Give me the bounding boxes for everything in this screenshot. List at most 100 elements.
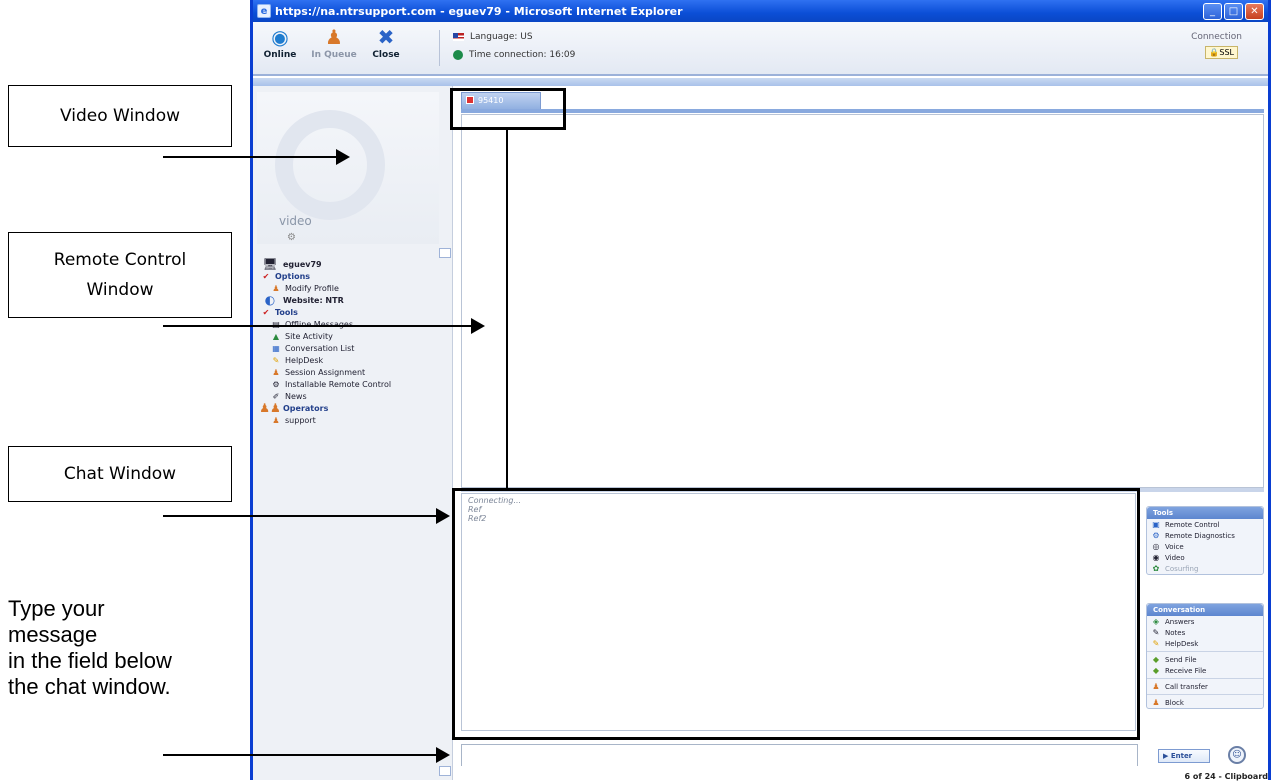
session-assignment-icon: ♟	[272, 367, 280, 377]
callout-text: Window	[86, 280, 154, 300]
remote-control-item[interactable]: ▣ Remote Control	[1147, 519, 1263, 530]
tree-user[interactable]: 🖥 eguev79	[261, 257, 441, 271]
diagnostics-icon: ⚙	[1152, 531, 1160, 540]
online-label: Online	[263, 50, 297, 60]
cosurfing-item[interactable]: ✿ Cosurfing	[1147, 563, 1263, 574]
tree-tool-item[interactable]: ⚙ Installable Remote Control	[261, 378, 441, 390]
callout-text: Video Window	[59, 106, 181, 126]
receive-file-icon: ◆	[1152, 666, 1160, 675]
user-queue-icon: ♟	[325, 25, 343, 49]
cosurfing-icon: ✿	[1152, 564, 1160, 573]
language-info: Language: US	[453, 32, 533, 42]
tree-tools[interactable]: ✔ Tools	[261, 306, 441, 318]
maximize-icon[interactable]: □	[1224, 3, 1243, 20]
us-flag-icon	[453, 33, 464, 41]
video-arrow	[163, 149, 350, 165]
clock-globe-icon	[453, 50, 463, 60]
operator-icon: ♟	[272, 415, 280, 425]
connector-line	[506, 130, 508, 488]
tree-tool-item[interactable]: ▲ Site Activity	[261, 330, 441, 342]
tool-item-label: HelpDesk	[285, 355, 324, 365]
language-text: Language: US	[470, 32, 533, 42]
conversation-label: Answers	[1165, 617, 1195, 626]
tree-tool-item[interactable]: ▤ Offline Messages	[261, 318, 441, 330]
call-transfer-item[interactable]: ♟ Call transfer	[1147, 681, 1263, 692]
remote-control-window[interactable]	[461, 114, 1264, 488]
notes-item[interactable]: ✎ Notes	[1147, 627, 1263, 638]
helpdesk-item[interactable]: ✎ HelpDesk	[1147, 638, 1263, 649]
tree-operator-item[interactable]: ♟ support	[261, 414, 441, 426]
minimize-icon[interactable]: _	[1203, 3, 1222, 20]
close-label: Close	[372, 50, 400, 60]
left-panel: video ⚙ 🖥 eguev79 ✔ Options ♟ Modify Profil…	[253, 86, 453, 780]
callout-text: Remote Control	[53, 250, 187, 270]
enter-label: Enter	[1170, 752, 1193, 760]
remote-control-icon: ⚙	[272, 379, 280, 389]
operators-icon: ♟♟	[259, 401, 281, 415]
chat-highlight-box	[452, 488, 1140, 740]
close-window-icon[interactable]: ✕	[1245, 3, 1264, 20]
tools-label: Tools	[275, 307, 298, 317]
tool-label: Voice	[1165, 542, 1184, 551]
send-file-icon: ◆	[1152, 655, 1160, 664]
tree-website[interactable]: ◐ Website: NTR	[261, 293, 441, 307]
type-message-note: Type your message in the field below the…	[8, 596, 238, 700]
helpdesk-icon: ✎	[1152, 639, 1160, 648]
smiley-icon[interactable]: ☺	[1228, 746, 1246, 764]
enter-button[interactable]: ▶ Enter	[1158, 749, 1210, 763]
video-window[interactable]: video ⚙	[257, 92, 439, 244]
receive-file-item[interactable]: ◆ Receive File	[1147, 665, 1263, 676]
divider	[1147, 694, 1263, 695]
site-activity-icon: ▲	[272, 331, 280, 341]
tree-modify-profile[interactable]: ♟ Modify Profile	[261, 282, 441, 294]
tree-options[interactable]: ✔ Options	[261, 270, 441, 282]
in-queue-button[interactable]: ♟ In Queue	[311, 25, 357, 60]
connection-label: Connection	[1191, 32, 1242, 42]
tool-item-label: News	[285, 391, 307, 401]
online-button[interactable]: ◉ Online	[257, 25, 303, 60]
title-bar: e https://na.ntrsupport.com - eguev79 - …	[253, 0, 1268, 22]
file-label: Send File	[1165, 655, 1197, 664]
conversation-group: Conversation ◈ Answers ✎ Notes ✎ HelpDesk ◆…	[1146, 603, 1264, 709]
ssl-label: SSL	[1219, 48, 1234, 57]
answers-icon: ◈	[1152, 617, 1160, 626]
tool-item-label: Session Assignment	[285, 367, 366, 377]
tools-check-icon: ✔	[262, 307, 270, 317]
video-label: video	[279, 214, 312, 228]
toolbar: ◉ Online ♟ In Queue ✖ Close Language: US…	[253, 22, 1268, 76]
tool-label: Remote Diagnostics	[1165, 531, 1235, 540]
close-button[interactable]: ✖ Close	[363, 25, 409, 60]
tree-tool-item[interactable]: ✎ HelpDesk	[261, 354, 441, 366]
video-window-callout: Video Window	[8, 85, 232, 147]
answers-item[interactable]: ◈ Answers	[1147, 616, 1263, 627]
call-transfer-icon: ♟	[1152, 682, 1160, 691]
tree-operators[interactable]: ♟♟ Operators	[259, 401, 441, 415]
website-icon: ◐	[264, 293, 276, 307]
video-settings-icon[interactable]: ⚙	[287, 232, 296, 243]
tool-label: Cosurfing	[1165, 564, 1199, 573]
remote-diagnostics-item[interactable]: ⚙ Remote Diagnostics	[1147, 530, 1263, 541]
message-input-box[interactable]	[461, 744, 1138, 768]
chat-window-callout: Chat Window	[8, 446, 232, 502]
chat-arrow	[163, 508, 450, 524]
send-file-item[interactable]: ◆ Send File	[1147, 654, 1263, 665]
conversation-label: HelpDesk	[1165, 639, 1199, 648]
conversation-header: Conversation	[1147, 604, 1263, 616]
conversation-list-icon: ▦	[272, 343, 280, 353]
tree-tool-item[interactable]: ✐ News	[261, 390, 441, 402]
message-input[interactable]	[462, 747, 1137, 768]
notes-icon: ✎	[1152, 628, 1160, 637]
video-item[interactable]: ◉ Video	[1147, 552, 1263, 563]
globe-online-icon: ◉	[271, 25, 289, 49]
tree-tool-item[interactable]: ♟ Session Assignment	[261, 366, 441, 378]
voice-item[interactable]: ◎ Voice	[1147, 541, 1263, 552]
window-title: https://na.ntrsupport.com - eguev79 - Mi…	[275, 4, 683, 18]
panel-scroll-down[interactable]	[439, 766, 451, 776]
divider	[1147, 651, 1263, 652]
tree-tool-item[interactable]: ▦ Conversation List	[261, 342, 441, 354]
block-item[interactable]: ♟ Block	[1147, 697, 1263, 708]
video-logo-icon	[275, 110, 385, 220]
panel-scroll-up[interactable]	[439, 248, 451, 258]
tool-label: Remote Control	[1165, 520, 1220, 529]
operators-label: Operators	[283, 403, 329, 413]
